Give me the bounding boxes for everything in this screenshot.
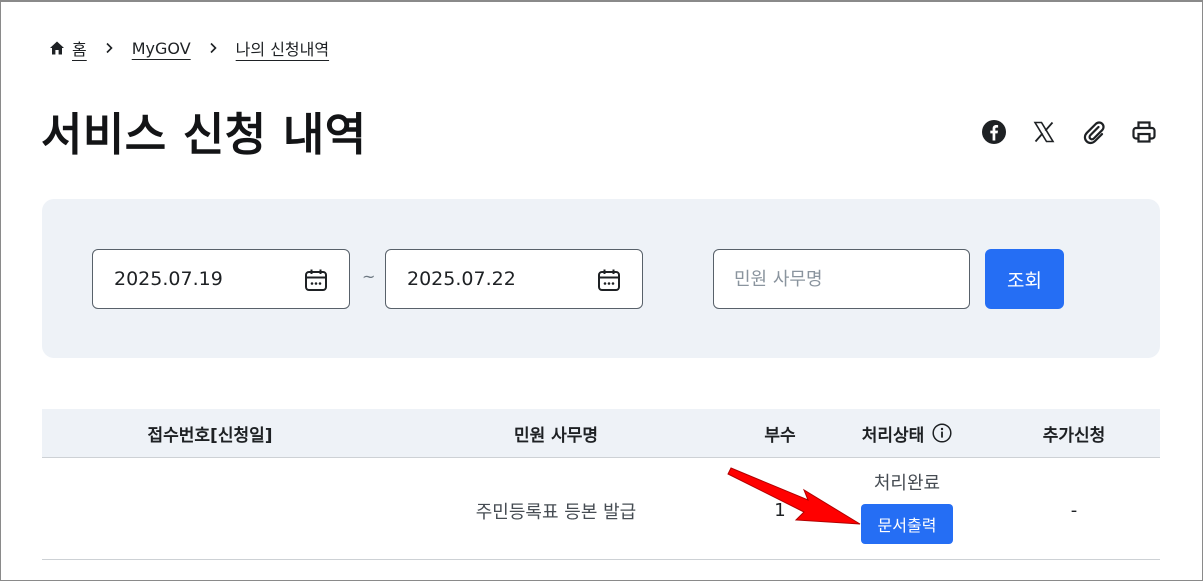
cell-service-name: 주민등록표 등본 발급 — [475, 501, 637, 523]
cell-receipt — [42, 458, 378, 559]
print-document-button[interactable]: 문서출력 — [861, 504, 953, 544]
calendar-icon[interactable] — [303, 267, 329, 293]
facebook-icon[interactable] — [980, 118, 1008, 146]
end-date-field[interactable]: 2025.07.22 — [385, 249, 643, 309]
breadcrumb-home-link[interactable]: 홈 — [72, 36, 87, 60]
service-name-search-input[interactable] — [713, 249, 970, 309]
column-header-extra: 추가신청 — [1042, 425, 1106, 446]
column-header-status-label: 처리상태 — [861, 425, 925, 446]
chevron-right-icon — [103, 42, 115, 54]
cell-extra: - — [1070, 500, 1078, 521]
breadcrumb-mygov-link[interactable]: MyGOV — [132, 39, 191, 58]
start-date-field[interactable]: 2025.07.19 — [92, 249, 350, 309]
paperclip-icon[interactable] — [1080, 118, 1108, 146]
x-icon[interactable] — [1030, 118, 1058, 146]
table-header: 접수번호[신청일] 민원 사무명 부수 처리상태 추가신청 — [42, 409, 1160, 458]
breadcrumb-current-link[interactable]: 나의 신청내역 — [236, 36, 329, 60]
page-title: 서비스 신청 내역 — [41, 108, 367, 161]
red-arrow-annotation — [727, 467, 861, 525]
chevron-right-icon — [207, 42, 219, 54]
column-header-count: 부수 — [764, 425, 796, 446]
printer-icon[interactable] — [1130, 118, 1158, 146]
start-date-value: 2025.07.19 — [114, 268, 223, 290]
info-icon[interactable] — [932, 423, 952, 443]
column-header-status: 처리상태 — [826, 409, 988, 457]
column-header-receipt: 접수번호[신청일] — [147, 425, 273, 446]
status-label: 처리완료 — [873, 473, 941, 494]
home-icon — [49, 40, 65, 56]
search-button[interactable]: 조회 — [985, 249, 1064, 309]
calendar-icon[interactable] — [596, 267, 622, 293]
column-header-service-name: 민원 사무명 — [513, 425, 599, 446]
breadcrumb: 홈 MyGOV 나의 신청내역 — [49, 36, 329, 60]
table-row: 주민등록표 등본 발급 1 처리완료 문서출력 - — [42, 458, 1160, 560]
share-toolbar — [980, 118, 1158, 146]
date-range-separator: ~ — [362, 267, 376, 286]
search-panel: 2025.07.19 ~ 2025.07.22 조회 — [42, 199, 1160, 358]
end-date-value: 2025.07.22 — [407, 268, 516, 290]
